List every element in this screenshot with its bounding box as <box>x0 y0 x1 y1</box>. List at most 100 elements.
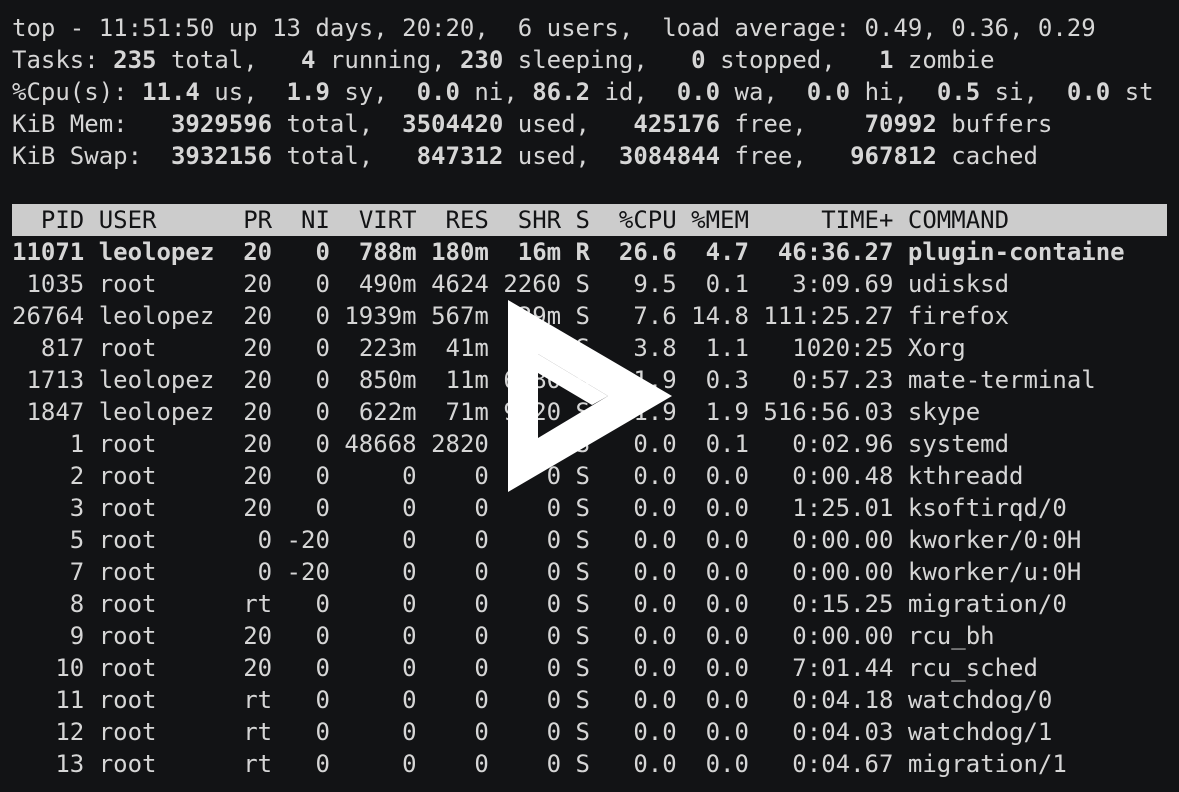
cell-shr: 0 <box>546 686 562 714</box>
cell-pr: rt <box>243 686 273 714</box>
swap-cached: 967812 <box>850 142 937 170</box>
cell-res: 71m <box>445 398 489 426</box>
cell-time: 1:25.01 <box>792 494 894 522</box>
mem-free-label: free, <box>720 110 865 138</box>
cell-virt: 223m <box>358 334 417 362</box>
cell-ni: 0 <box>315 654 330 682</box>
cell-mem: 0.0 <box>705 462 749 490</box>
mem-label: KiB Mem: <box>12 110 171 138</box>
cell-state: S <box>575 622 590 650</box>
cell-time: 0:00.48 <box>792 462 894 490</box>
swap-line: KiB Swap: 3932156 total, 847312 used, 30… <box>12 140 1038 172</box>
cell-shr: 0 <box>546 750 562 778</box>
tasks-sleeping: 230 <box>459 46 504 74</box>
cell-mem: 0.0 <box>705 526 749 554</box>
cell-res: 4624 <box>431 270 489 298</box>
mem-total: 3929596 <box>170 110 273 138</box>
cell-res: 0 <box>474 494 489 522</box>
cell-command: systemd <box>907 430 1010 458</box>
cell-state: S <box>575 718 590 746</box>
table-row: 7 root 0 -20 0 0 0 S 0.0 0.0 0:00.00 kworker/u:0H <box>12 556 1167 588</box>
cell-state: S <box>575 590 590 618</box>
cell-ni: 0 <box>315 302 330 330</box>
cell-time: 111:25.27 <box>763 302 894 330</box>
cell-virt: 0 <box>402 686 417 714</box>
cell-command: Xorg <box>907 334 966 362</box>
cell-user: leolopez <box>98 238 215 266</box>
cell-ni: 0 <box>315 718 330 746</box>
mem-buffers-label: buffers <box>936 110 1053 138</box>
cell-command: skype <box>907 398 981 426</box>
cell-cpu: 0.0 <box>633 622 677 650</box>
cell-shr: 0 <box>546 622 562 650</box>
table-row: 12 root rt 0 0 0 0 S 0.0 0.0 0:04.03 watchdog/1 <box>12 716 1167 748</box>
column-header-cpu: %CPU <box>618 206 677 234</box>
tasks-sleeping-label: sleeping, <box>503 46 692 74</box>
tasks-zombie-label: zombie <box>893 46 995 74</box>
cell-user: root <box>98 526 157 554</box>
cell-cpu: 0.0 <box>633 590 677 618</box>
cell-pr: 0 <box>257 558 273 586</box>
cell-state: S <box>575 558 590 586</box>
cell-ni: 0 <box>315 398 330 426</box>
cell-user: root <box>98 430 157 458</box>
tasks-total-label: total, <box>156 46 302 74</box>
cell-pid: 9 <box>69 622 85 650</box>
cell-time: 0:00.00 <box>792 558 894 586</box>
cell-mem: 0.0 <box>705 590 749 618</box>
cell-user: root <box>98 270 157 298</box>
cell-command: ksoftirqd/0 <box>907 494 1067 522</box>
cell-user: root <box>98 686 157 714</box>
column-header-virt: VIRT <box>358 206 417 234</box>
cell-pr: 20 <box>243 430 273 458</box>
cpu-sy-label: sy, <box>329 78 417 106</box>
cell-user: root <box>98 750 157 778</box>
cell-time: 3:09.69 <box>792 270 894 298</box>
mem-used: 3504420 <box>402 110 504 138</box>
cell-command: mate-terminal <box>907 366 1096 394</box>
swap-total-label: total, <box>272 142 417 170</box>
play-icon[interactable] <box>490 292 690 502</box>
cell-pr: 20 <box>243 462 273 490</box>
cell-user: root <box>98 334 157 362</box>
cell-pid: 817 <box>40 334 85 362</box>
cell-res: 0 <box>474 622 489 650</box>
cell-mem: 0.0 <box>705 718 749 746</box>
mem-line: KiB Mem: 3929596 total, 3504420 used, 42… <box>12 108 1052 140</box>
cell-pid: 1847 <box>26 398 85 426</box>
tasks-zombie: 1 <box>879 46 894 74</box>
cell-mem: 1.9 <box>705 398 749 426</box>
cell-state: S <box>575 526 590 554</box>
cell-command: kworker/u:0H <box>907 558 1082 586</box>
table-row: 11071 leolopez 20 0 788m 180m 16m R 26.6 4.7 46:36… <box>12 236 1167 268</box>
table-row: 9 root 20 0 0 0 0 S 0.0 0.0 0:00.00 rcu_bh <box>12 620 1167 652</box>
cell-cpu: 0.0 <box>633 686 677 714</box>
tasks-label: Tasks: <box>12 46 114 74</box>
table-row: 8 root rt 0 0 0 0 S 0.0 0.0 0:15.25 migration/0 <box>12 588 1167 620</box>
cell-pid: 3 <box>69 494 85 522</box>
cpu-line: %Cpu(s): 11.4 us, 1.9 sy, 0.0 ni, 86.2 i… <box>12 76 1154 108</box>
column-header-pid: PID <box>40 206 85 234</box>
column-header-shr: SHR <box>517 206 562 234</box>
cpu-sy: 1.9 <box>286 78 330 106</box>
cell-ni: 0 <box>315 430 330 458</box>
tasks-total: 235 <box>113 46 157 74</box>
swap-free: 3084844 <box>618 142 721 170</box>
cell-res: 180m <box>431 238 489 266</box>
cell-user: root <box>98 622 157 650</box>
swap-used-label: used, <box>503 142 619 170</box>
cell-command: kworker/0:0H <box>907 526 1082 554</box>
cell-pr: rt <box>243 750 273 778</box>
cell-cpu: 26.6 <box>618 238 677 266</box>
cell-mem: 0.1 <box>705 270 749 298</box>
cell-user: root <box>98 654 157 682</box>
table-row: 10 root 20 0 0 0 0 S 0.0 0.0 7:01.44 rcu_sched <box>12 652 1167 684</box>
cpu-id-label: id, <box>590 78 677 106</box>
column-header-mem: %MEM <box>691 206 749 234</box>
cell-mem: 0.1 <box>705 430 749 458</box>
cell-pid: 5 <box>69 526 85 554</box>
cpu-us-label: us, <box>199 78 287 106</box>
cell-state: S <box>575 686 590 714</box>
cell-virt: 850m <box>358 366 417 394</box>
cell-pid: 26764 <box>12 302 85 330</box>
